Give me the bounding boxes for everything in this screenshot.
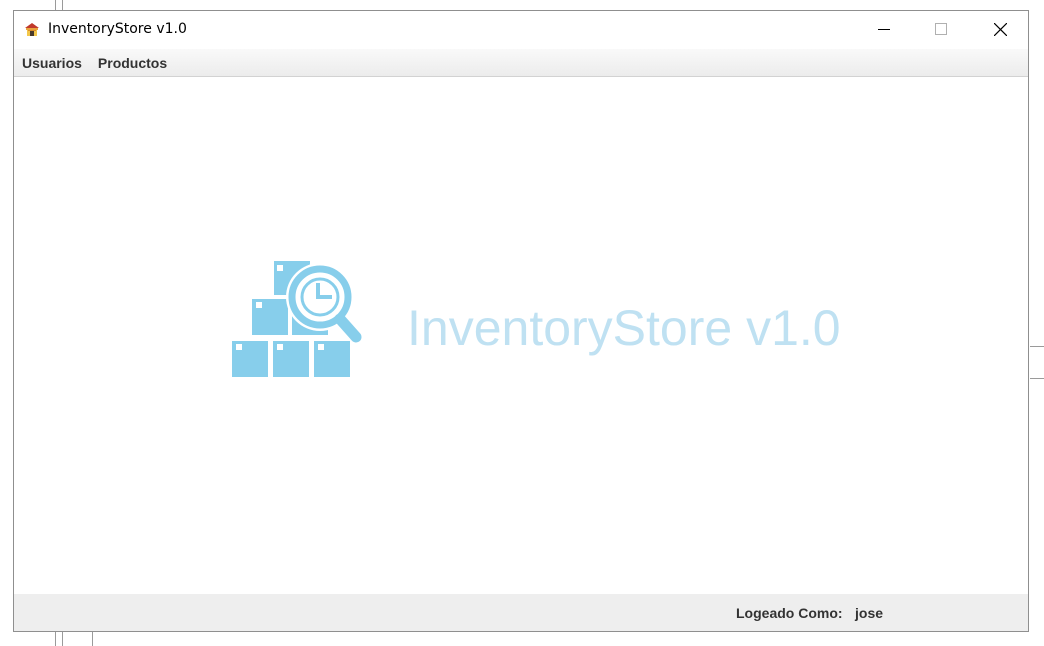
background-edge-right-2 [1030,378,1044,379]
maximize-icon [935,23,947,35]
close-button[interactable] [977,11,1023,47]
title-bar[interactable]: InventoryStore v1.0 [14,11,1028,49]
menu-usuarios[interactable]: Usuarios [14,55,90,71]
close-icon [993,22,1007,36]
window-title: InventoryStore v1.0 [48,21,187,37]
background-edge-left [55,0,56,10]
background-edge-bottom-right [92,632,93,646]
boxes-magnifier-icon [232,261,362,377]
minimize-icon [878,29,890,30]
background-edge-bottom-left-2 [62,632,63,646]
background-edge-left-2 [62,0,63,10]
background-edge-right [1030,346,1044,347]
store-icon [25,23,39,36]
main-window: InventoryStore v1.0 Usuarios Productos I… [13,10,1029,632]
background-edge-bottom-left [55,632,56,646]
logo-text: InventoryStore v1.0 [407,300,841,356]
logged-user-name: jose [855,605,884,621]
menu-productos[interactable]: Productos [90,55,175,71]
content-area: InventoryStore v1.0 [14,77,1028,594]
logged-as-label: Logeado Como: [736,605,843,621]
menu-bar: Usuarios Productos [14,49,1028,77]
minimize-button[interactable] [861,11,907,47]
maximize-button[interactable] [918,11,964,47]
status-bar: Logeado Como: jose [14,594,1028,631]
